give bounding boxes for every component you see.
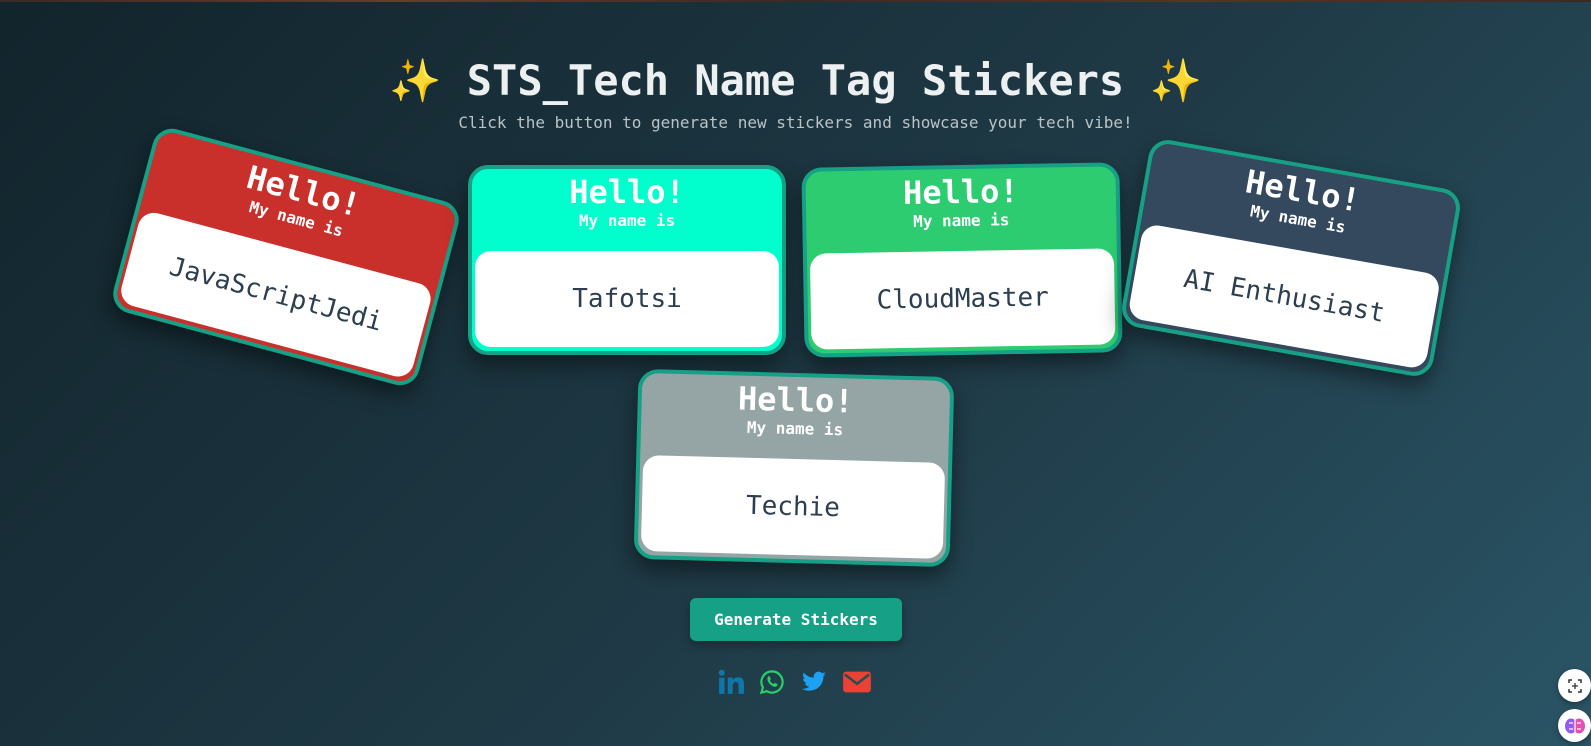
ai-brain-glyph xyxy=(1564,718,1585,733)
email-icon[interactable] xyxy=(840,667,874,697)
name-tag-sticker: Hello! My name is Tafotsi xyxy=(468,165,786,355)
linkedin-icon-glyph xyxy=(718,669,744,694)
linkedin-icon[interactable] xyxy=(716,667,746,697)
whatsapp-icon[interactable] xyxy=(757,667,787,697)
name-tag-sticker: Hello! My name is AI Enthusiast xyxy=(1118,137,1464,379)
screen-capture-glyph xyxy=(1567,678,1582,693)
page-title: ✨ STS_Tech Name Tag Stickers ✨ xyxy=(389,56,1202,105)
whatsapp-icon-glyph xyxy=(759,670,784,695)
name-tag-sticker: Hello! My name is Techie xyxy=(633,368,955,568)
name-tag-sticker: Hello! My name is CloudMaster xyxy=(801,162,1123,358)
sticker-name: AI Enthusiast xyxy=(1181,263,1388,329)
sticker-name: Techie xyxy=(745,490,841,524)
sticker-my-name-is: My name is xyxy=(912,210,1010,231)
sticker-name-box: CloudMaster xyxy=(809,248,1116,350)
sticker-my-name-is: My name is xyxy=(578,211,676,230)
sticker-hello: Hello! xyxy=(569,173,685,211)
screen-capture-icon[interactable] xyxy=(1558,669,1591,702)
name-tag-sticker: Hello! My name is JavaScriptJedi xyxy=(108,124,464,390)
sticker-hello: Hello! xyxy=(902,172,1019,213)
twitter-icon[interactable] xyxy=(799,667,829,697)
ai-brain-icon[interactable] xyxy=(1558,709,1591,742)
sticker-name: Tafotsi xyxy=(572,284,682,314)
generate-stickers-button[interactable]: Generate Stickers xyxy=(690,598,902,641)
sticker-name: JavaScriptJedi xyxy=(166,251,386,338)
sticker-name: CloudMaster xyxy=(876,282,1050,316)
page-subtitle: Click the button to generate new sticker… xyxy=(458,113,1133,132)
twitter-icon-glyph xyxy=(802,671,826,691)
sticker-name-box: Tafotsi xyxy=(475,251,779,347)
sticker-name-box: Techie xyxy=(640,455,946,559)
browser-top-strip xyxy=(0,0,1591,2)
email-icon-glyph xyxy=(843,671,871,693)
